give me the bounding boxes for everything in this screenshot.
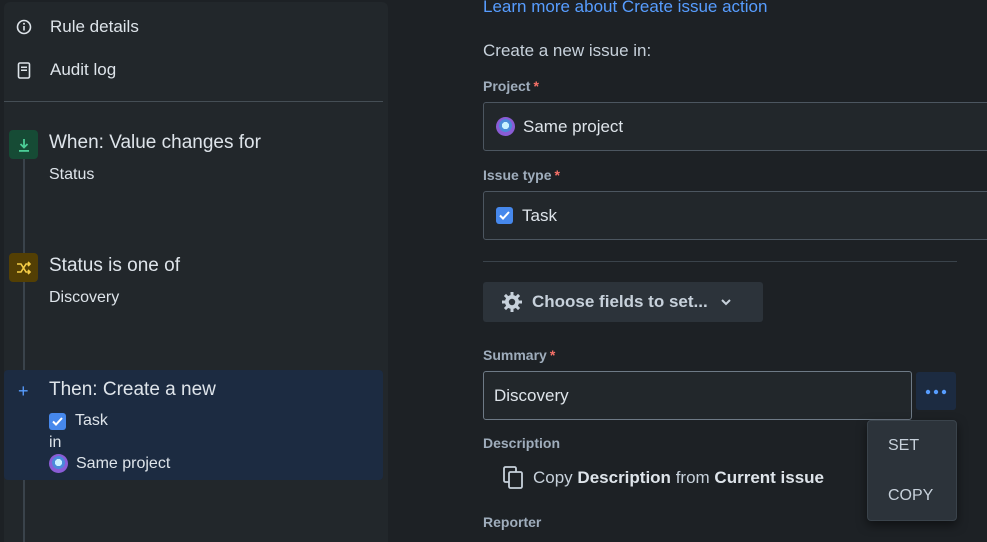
choose-fields-label: Choose fields to set... bbox=[532, 292, 708, 311]
copy-source: Current issue bbox=[714, 468, 825, 487]
chevron-down-icon bbox=[720, 298, 732, 306]
menu-item-set[interactable]: SET bbox=[888, 437, 919, 455]
trigger-title[interactable]: When: Value changes for bbox=[49, 132, 261, 154]
more-options-button[interactable] bbox=[916, 372, 956, 410]
nav-rule-details[interactable]: Rule details bbox=[4, 12, 139, 42]
copy-middle: from bbox=[675, 468, 710, 487]
task-checkbox-icon bbox=[49, 412, 66, 430]
plus-icon: + bbox=[18, 381, 29, 401]
action-project: Same project bbox=[49, 454, 170, 473]
automation-rule-editor: Rule details Audit log When: Value chang… bbox=[0, 0, 987, 542]
summary-value: Discovery bbox=[494, 385, 569, 405]
task-checkbox-icon bbox=[496, 207, 513, 224]
issue-type-label: Task bbox=[75, 412, 108, 429]
learn-more-link[interactable]: Learn more about Create issue action bbox=[483, 0, 767, 17]
timeline-connector bbox=[23, 147, 25, 542]
section-divider bbox=[483, 261, 957, 262]
project-select-value: Same project bbox=[523, 116, 624, 136]
project-avatar-icon bbox=[49, 454, 68, 473]
nav-label: Rule details bbox=[50, 17, 139, 36]
menu-item-copy[interactable]: COPY bbox=[888, 487, 933, 505]
copy-icon bbox=[503, 466, 524, 490]
project-label: Same project bbox=[76, 454, 171, 472]
issue-type-select-value: Task bbox=[522, 205, 557, 225]
document-icon bbox=[15, 61, 33, 79]
create-issue-intro: Create a new issue in: bbox=[483, 41, 652, 60]
summary-field-label: Summary * bbox=[483, 347, 556, 363]
description-field-label: Description bbox=[483, 435, 561, 451]
project-select[interactable]: Same project bbox=[483, 102, 987, 151]
info-icon bbox=[15, 18, 33, 36]
project-avatar-icon bbox=[496, 117, 515, 136]
nav-audit-log[interactable]: Audit log bbox=[4, 55, 116, 85]
reporter-field-label: Reporter bbox=[483, 514, 542, 530]
required-marker: * bbox=[549, 347, 556, 363]
action-config-panel: Learn more about Create issue action Cre… bbox=[398, 0, 987, 542]
condition-title[interactable]: Status is one of bbox=[49, 255, 180, 277]
summary-input[interactable]: Discovery bbox=[483, 371, 912, 420]
condition-subtitle: Discovery bbox=[49, 289, 120, 306]
nav-label: Audit log bbox=[50, 60, 117, 79]
issue-type-field-label: Issue type * bbox=[483, 167, 560, 183]
trigger-subtitle: Status bbox=[49, 166, 95, 183]
choose-fields-button[interactable]: Choose fields to set... bbox=[483, 282, 763, 322]
action-issue-type: Task bbox=[49, 412, 108, 430]
required-marker: * bbox=[533, 78, 539, 94]
copy-field: Description bbox=[577, 468, 671, 487]
action-connector: in bbox=[49, 434, 62, 451]
branch-icon bbox=[9, 253, 38, 282]
required-marker: * bbox=[554, 167, 560, 183]
copy-prefix: Copy bbox=[533, 468, 573, 487]
sidebar-divider bbox=[4, 101, 383, 102]
description-copy-setting[interactable]: Copy Description from Current issue bbox=[503, 466, 824, 490]
rule-sidebar: Rule details Audit log When: Value chang… bbox=[4, 2, 388, 542]
project-field-label: Project * bbox=[483, 78, 539, 94]
action-title[interactable]: Then: Create a new bbox=[49, 379, 216, 401]
trigger-icon bbox=[9, 130, 38, 159]
gear-icon bbox=[501, 291, 523, 313]
issue-type-select[interactable]: Task bbox=[483, 191, 987, 240]
field-mode-menu: SET COPY bbox=[867, 420, 957, 521]
more-icon bbox=[925, 382, 947, 400]
